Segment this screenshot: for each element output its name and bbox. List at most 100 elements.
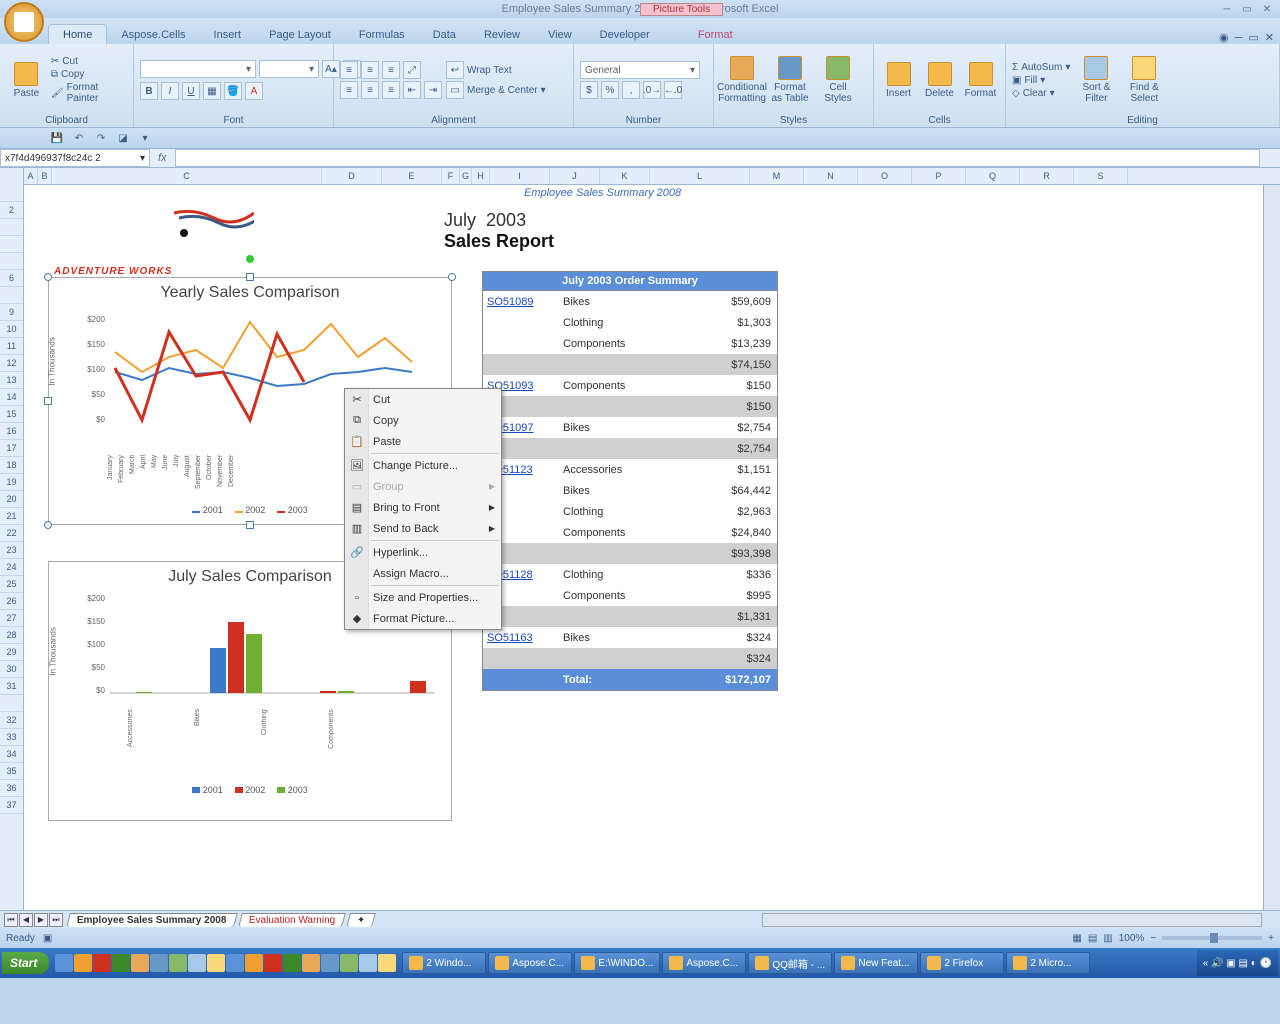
wrap-text-button[interactable]: ↩Wrap Text [446, 61, 546, 79]
format-cells-button[interactable]: Format [962, 47, 999, 113]
resize-handle-n[interactable] [246, 273, 254, 281]
taskbar-button[interactable]: 2 Firefox [920, 952, 1004, 974]
autosum-button[interactable]: Σ AutoSum ▾ [1012, 62, 1070, 73]
taskbar-button[interactable]: QQ邮箱 - ... [748, 952, 832, 974]
col-header[interactable]: H [472, 168, 490, 184]
row-header[interactable]: 12 [0, 355, 23, 372]
ql-icon[interactable] [150, 954, 168, 972]
ql-icon[interactable] [169, 954, 187, 972]
ql-icon[interactable] [226, 954, 244, 972]
col-header[interactable]: S [1074, 168, 1128, 184]
sheet-content[interactable]: Employee Sales Summary 2008 ADVENTURE WO… [24, 185, 1280, 910]
order-link[interactable]: SO51089 [483, 296, 563, 308]
row-header[interactable]: 33 [0, 729, 23, 746]
ql-icon[interactable] [74, 954, 92, 972]
ql-icon[interactable] [340, 954, 358, 972]
row-header[interactable]: 28 [0, 627, 23, 644]
percent-button[interactable]: % [601, 81, 619, 99]
row-header[interactable]: 15 [0, 406, 23, 423]
row-header[interactable]: 35 [0, 763, 23, 780]
ql-icon[interactable] [112, 954, 130, 972]
tab-nav-last[interactable]: ⏭ [49, 913, 63, 927]
tab-home[interactable]: Home [48, 24, 107, 44]
row-header[interactable] [0, 695, 23, 712]
font-size-combo[interactable]: ▾ [259, 60, 319, 78]
row-header[interactable]: 10 [0, 321, 23, 338]
currency-button[interactable]: $ [580, 81, 598, 99]
row-header[interactable]: 14 [0, 389, 23, 406]
ql-icon[interactable] [264, 954, 282, 972]
ql-icon[interactable] [321, 954, 339, 972]
resize-handle-w[interactable] [44, 397, 52, 405]
row-header[interactable]: 29 [0, 644, 23, 661]
align-middle-button[interactable]: ≡ [361, 61, 379, 79]
dec-decimal-button[interactable]: ←.0 [664, 81, 682, 99]
ribbon-close-icon[interactable]: ✕ [1265, 31, 1274, 44]
row-header[interactable]: 37 [0, 797, 23, 814]
zoom-level[interactable]: 100% [1119, 933, 1145, 944]
tab-nav-prev[interactable]: ◀ [19, 913, 33, 927]
delete-cells-button[interactable]: Delete [921, 47, 958, 113]
qat-more-button[interactable]: ▾ [136, 129, 154, 147]
menu-item[interactable]: 🔗Hyperlink... [345, 542, 501, 563]
col-header[interactable]: P [912, 168, 966, 184]
ql-icon[interactable] [283, 954, 301, 972]
menu-item[interactable]: ◆Format Picture... [345, 608, 501, 629]
indent-dec-button[interactable]: ⇤ [403, 81, 421, 99]
row-header[interactable]: 13 [0, 372, 23, 389]
row-header[interactable]: 31 [0, 678, 23, 695]
menu-item[interactable]: 🖼Change Picture... [345, 455, 501, 476]
ql-icon[interactable] [359, 954, 377, 972]
start-button[interactable]: Start [2, 952, 49, 974]
row-header[interactable]: 32 [0, 712, 23, 729]
paste-button[interactable]: Paste [6, 47, 47, 113]
orientation-button[interactable]: ⤢ [403, 61, 421, 79]
tab-developer[interactable]: Developer [586, 25, 664, 44]
minimize-icon[interactable]: ─ [1218, 2, 1236, 16]
underline-button[interactable]: U [182, 82, 200, 100]
col-header[interactable]: N [804, 168, 858, 184]
ql-icon[interactable] [378, 954, 396, 972]
picture-tools-tab[interactable]: Picture Tools [640, 3, 723, 16]
row-header[interactable]: 27 [0, 610, 23, 627]
cell-styles-button[interactable]: Cell Styles [816, 47, 860, 113]
col-header[interactable]: I [490, 168, 550, 184]
col-header[interactable]: L [650, 168, 750, 184]
insert-cells-button[interactable]: Insert [880, 47, 917, 113]
taskbar-button[interactable]: 2 Windo... [402, 952, 486, 974]
tab-review[interactable]: Review [470, 25, 534, 44]
order-link[interactable]: SO51163 [483, 632, 563, 644]
font-name-combo[interactable]: ▾ [140, 60, 256, 78]
sheet-tab-new[interactable]: ✦ [346, 913, 376, 927]
tab-formulas[interactable]: Formulas [345, 25, 419, 44]
maximize-icon[interactable]: ▭ [1238, 2, 1256, 16]
tab-data[interactable]: Data [419, 25, 470, 44]
col-header[interactable]: J [550, 168, 600, 184]
qat-redo-button[interactable]: ↷ [92, 129, 110, 147]
zoom-slider[interactable] [1162, 936, 1262, 940]
font-color-button[interactable]: A [245, 82, 263, 100]
resize-handle-ne[interactable] [448, 273, 456, 281]
close-icon[interactable]: ✕ [1258, 2, 1276, 16]
fill-color-button[interactable]: 🪣 [224, 82, 242, 100]
macro-record-icon[interactable]: ▣ [43, 933, 52, 944]
view-layout-icon[interactable]: ▤ [1088, 933, 1097, 944]
col-header[interactable]: K [600, 168, 650, 184]
office-button[interactable] [4, 2, 44, 42]
align-bottom-button[interactable]: ≡ [382, 61, 400, 79]
name-box[interactable]: x7f4d496937f8c24c 2▾ [0, 149, 150, 167]
tab-format[interactable]: Format [684, 25, 747, 44]
sheet-tab-active[interactable]: Employee Sales Summary 2008 [66, 913, 237, 927]
zoom-in-button[interactable]: + [1268, 933, 1274, 944]
row-header[interactable]: 30 [0, 661, 23, 678]
fx-icon[interactable]: fx [150, 152, 175, 164]
taskbar-button[interactable]: 2 Micro... [1006, 952, 1090, 974]
cut-button[interactable]: ✂Cut [51, 56, 127, 67]
menu-item[interactable]: ✂Cut [345, 389, 501, 410]
format-painter-button[interactable]: 🖌Format Painter [51, 82, 127, 104]
ql-icon[interactable] [93, 954, 111, 972]
fill-button[interactable]: ▣ Fill ▾ [1012, 75, 1070, 86]
col-header[interactable]: E [382, 168, 442, 184]
formula-bar[interactable] [175, 149, 1260, 167]
row-header[interactable]: 17 [0, 440, 23, 457]
